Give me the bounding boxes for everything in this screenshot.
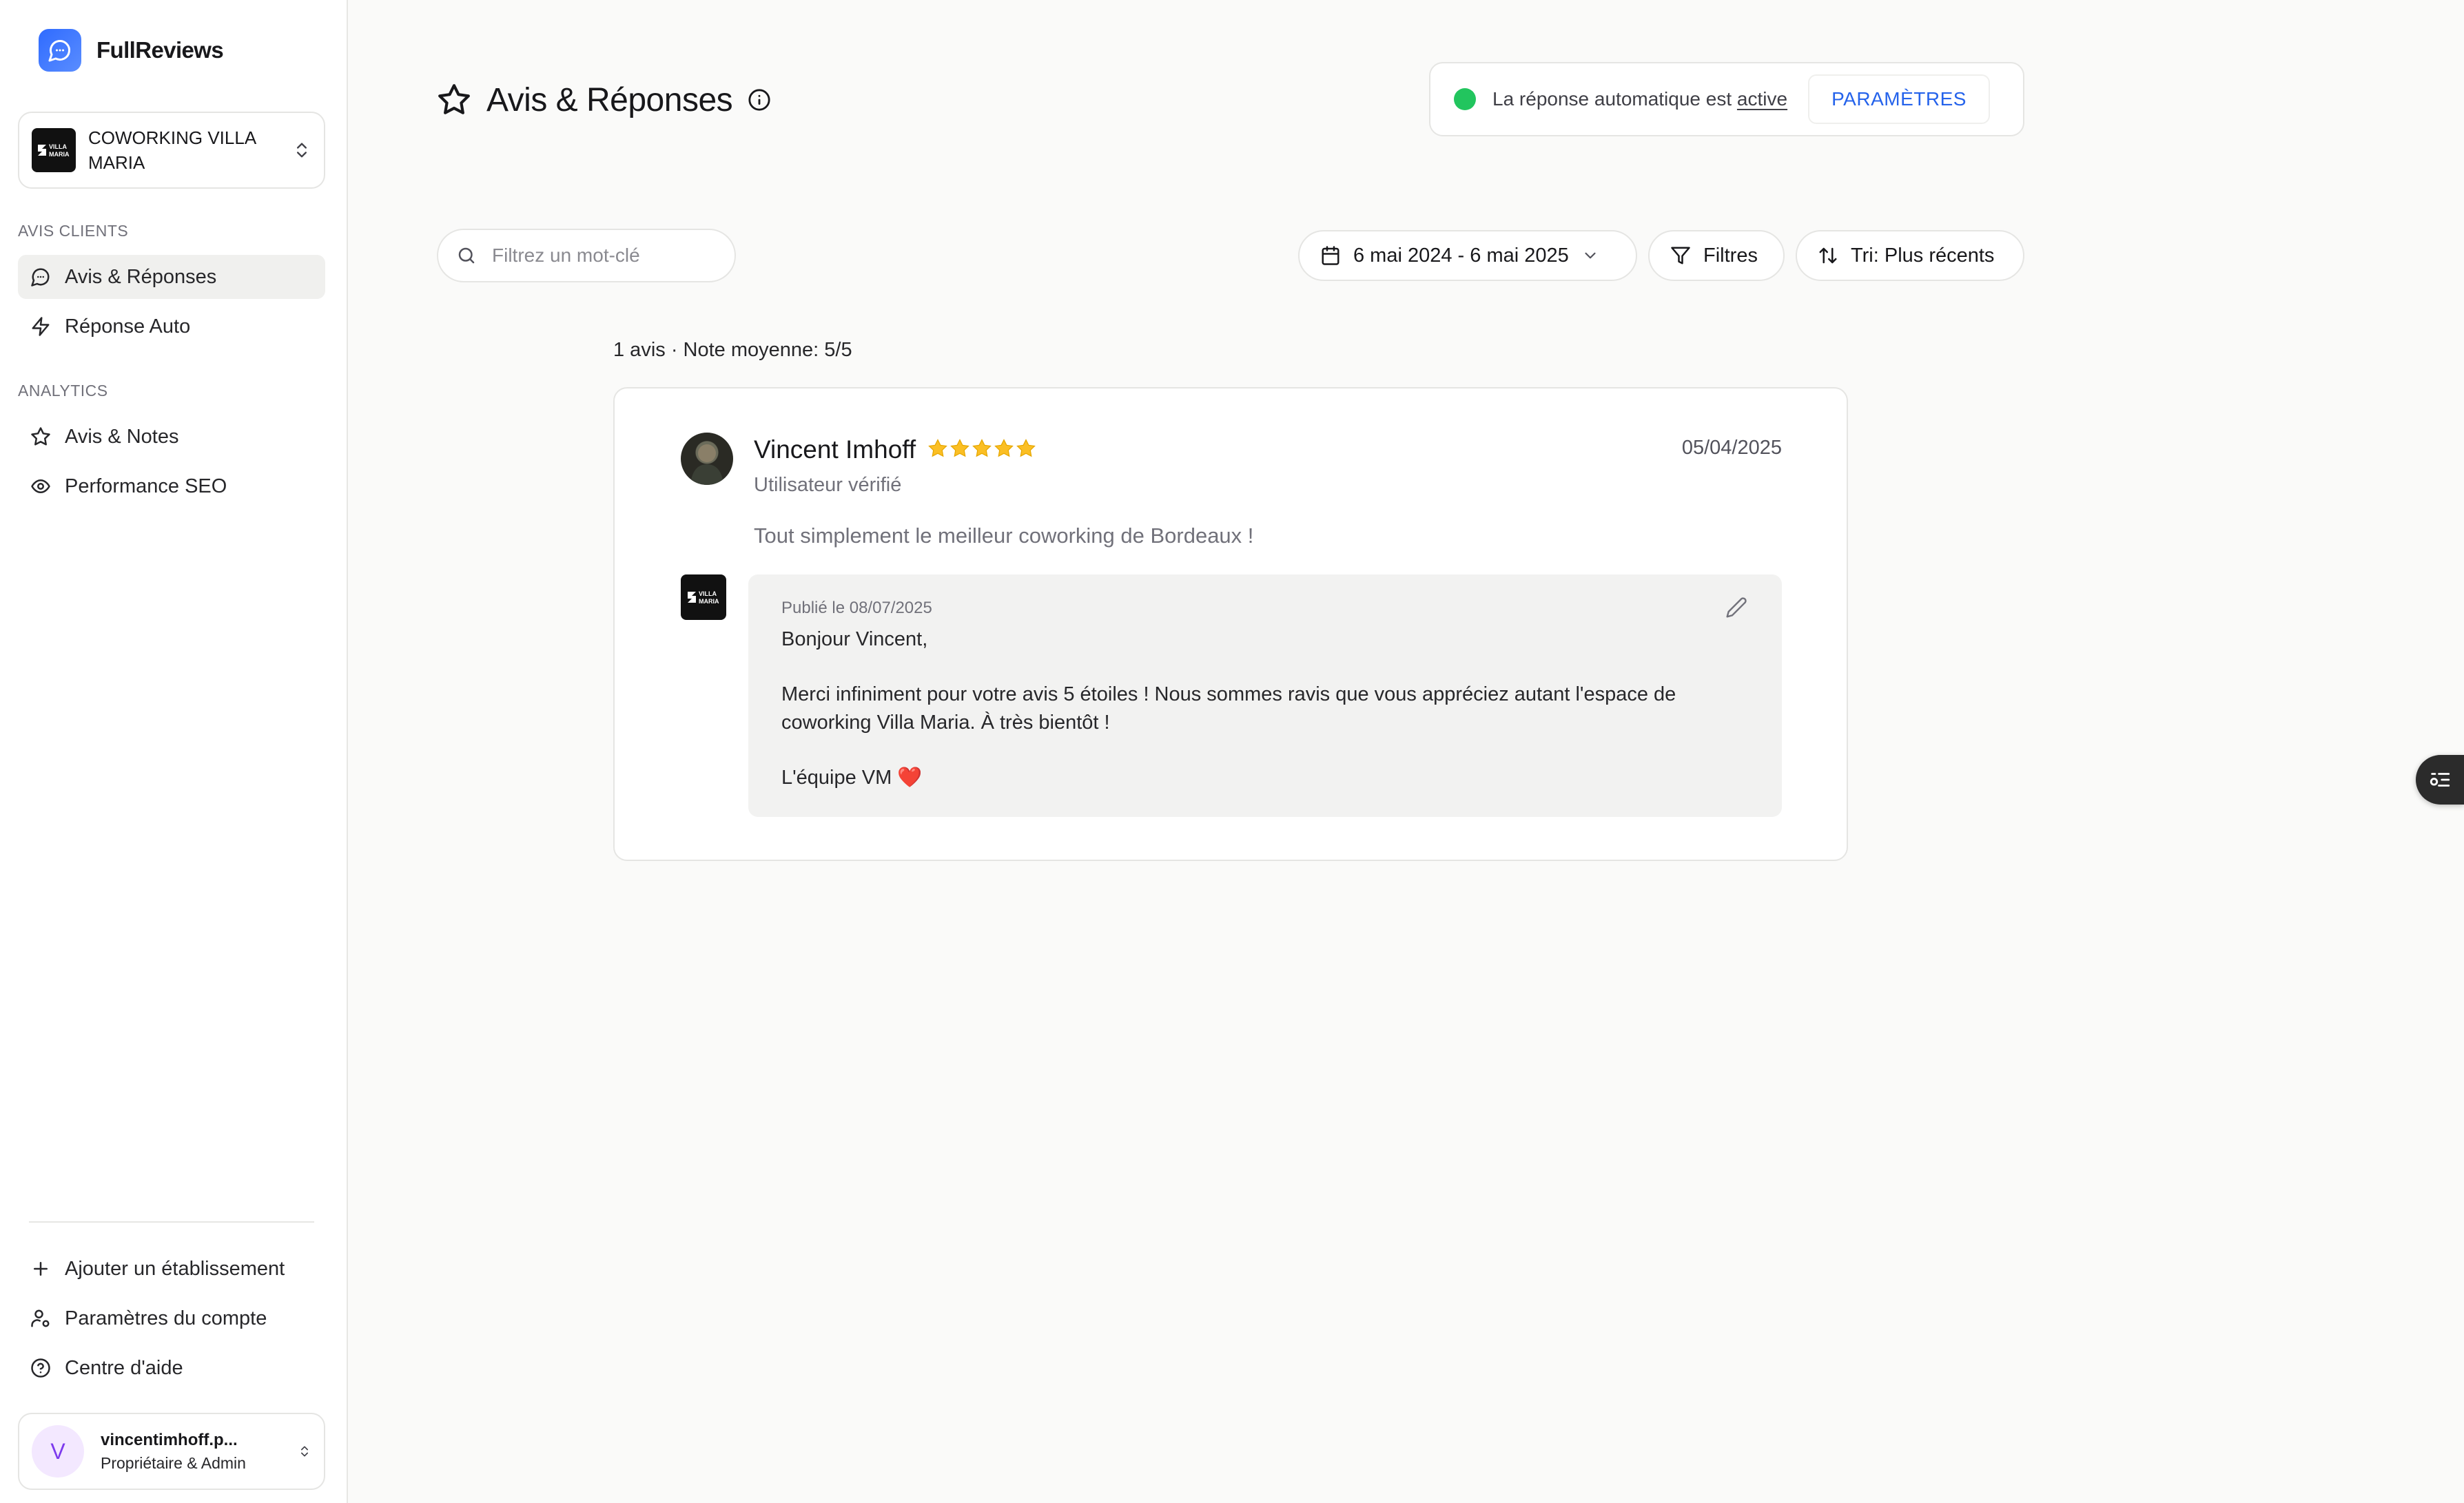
reviewer-name: Vincent Imhoff [754, 435, 916, 464]
filters-label: Filtres [1703, 244, 1758, 267]
search-icon [458, 247, 475, 264]
auto-reply-status-link[interactable]: active [1737, 88, 1787, 110]
svg-text:MARIA: MARIA [699, 598, 719, 605]
rating-star-icon [928, 439, 947, 457]
review-card: Vincent Imhoff Utilisateur vérifié 05/04… [613, 387, 1848, 861]
date-range-picker[interactable]: 6 mai 2024 - 6 mai 2025 [1298, 230, 1637, 281]
user-role: Propriétaire & Admin [101, 1454, 246, 1472]
rating-star-icon [994, 439, 1014, 457]
sidebar-item-reponse-auto[interactable]: Réponse Auto [18, 304, 325, 349]
plus-icon [34, 1262, 48, 1276]
user-name: vincentimhoff.p... [101, 1431, 238, 1449]
sidebar-item-label: Avis & Réponses [65, 265, 217, 288]
sidebar-item-avis-reponses[interactable]: Avis & Réponses [18, 255, 325, 299]
sidebar-item-add-establishment[interactable]: Ajouter un établissement [18, 1247, 325, 1291]
chevron-up-down-icon [297, 143, 307, 158]
auto-reply-status-text: La réponse automatique est active [1492, 88, 1788, 110]
user-settings-icon [31, 1309, 50, 1327]
auto-reply-settings-button[interactable]: PARAMÈTRES [1808, 74, 1990, 124]
avatar: V [32, 1425, 84, 1478]
brand[interactable]: FullReviews [39, 28, 224, 73]
floating-tools-button[interactable] [2416, 755, 2464, 805]
owner-reply: Publié le 08/07/2025 Bonjour Vincent, Me… [748, 574, 1782, 817]
sidebar-item-label: Paramètres du compte [65, 1307, 267, 1329]
date-range-label: 6 mai 2024 - 6 mai 2025 [1353, 244, 1569, 267]
business-switcher[interactable]: VILLA MARIA COWORKING VILLA MARIA [18, 112, 325, 189]
business-logo-icon: VILLA MARIA [681, 574, 726, 620]
svg-text:VILLA: VILLA [699, 590, 717, 597]
section-label-avis-clients: AVIS CLIENTS [18, 222, 129, 240]
sidebar-divider [29, 1221, 314, 1223]
reply-published-date: Publié le 08/07/2025 [781, 599, 932, 617]
sidebar-item-account-settings[interactable]: Paramètres du compte [18, 1296, 325, 1340]
calendar-icon [1322, 246, 1339, 265]
app-root: FullReviews VILLA MARIA COWORKING VILLA … [0, 0, 2464, 1503]
eye-icon [31, 479, 50, 493]
sidebar: FullReviews VILLA MARIA COWORKING VILLA … [0, 0, 348, 1503]
search-input[interactable] [492, 245, 719, 267]
rating-star-icon [950, 439, 969, 457]
sidebar-item-label: Avis & Notes [65, 425, 179, 448]
sort-label: Tri: Plus récents [1851, 244, 1995, 267]
svg-text:VILLA: VILLA [49, 143, 67, 150]
rating-star-icon [1016, 439, 1036, 457]
sidebar-item-performance-seo[interactable]: Performance SEO [18, 464, 325, 508]
star-icon [31, 427, 50, 446]
sidebar-item-label: Ajouter un établissement [65, 1257, 285, 1280]
search-box[interactable] [437, 229, 736, 282]
lightning-icon [32, 317, 50, 336]
sidebar-item-label: Centre d'aide [65, 1356, 183, 1379]
reply-message: Merci infiniment pour votre avis 5 étoil… [781, 683, 1676, 734]
chevron-down-icon [1585, 252, 1596, 259]
section-label-analytics: ANALYTICS [18, 382, 108, 400]
brand-name: FullReviews [96, 37, 224, 63]
business-name: COWORKING VILLA MARIA [88, 127, 256, 173]
reply-signature: L'équipe VM ❤️ [781, 767, 923, 789]
list-settings-icon [2430, 773, 2450, 787]
info-icon[interactable] [748, 88, 771, 112]
help-circle-icon [31, 1358, 50, 1378]
review-date: 05/04/2025 [1681, 437, 1782, 459]
reply-greeting: Bonjour Vincent, [781, 628, 928, 650]
auto-reply-status-panel: La réponse automatique est active PARAMÈ… [1429, 62, 2024, 136]
sidebar-item-label: Performance SEO [65, 475, 227, 497]
sort-arrows-icon [1819, 247, 1837, 264]
page-title: Avis & Réponses [486, 81, 733, 118]
filter-icon [1671, 247, 1690, 265]
star-icon [438, 84, 470, 114]
chat-bubble-icon [31, 268, 50, 287]
business-logo-icon: VILLA MARIA [32, 128, 76, 172]
star-rating [927, 438, 1036, 459]
sidebar-item-label: Réponse Auto [65, 315, 191, 338]
sidebar-item-help-center[interactable]: Centre d'aide [18, 1346, 325, 1390]
edit-reply-button[interactable] [1723, 594, 1750, 621]
chevron-up-down-icon [301, 1446, 308, 1457]
page-header: Avis & Réponses [437, 77, 771, 123]
sort-button[interactable]: Tri: Plus récents [1796, 230, 2024, 281]
avatar [681, 433, 733, 485]
pencil-icon [1726, 597, 1747, 618]
sidebar-item-avis-notes[interactable]: Avis & Notes [18, 415, 325, 459]
brand-logo-icon [39, 29, 81, 72]
svg-text:MARIA: MARIA [49, 151, 70, 158]
reviews-summary: 1 avis · Note moyenne: 5/5 [613, 339, 852, 361]
verified-label: Utilisateur vérifié [754, 474, 902, 496]
filters-button[interactable]: Filtres [1648, 230, 1785, 281]
rating-star-icon [972, 439, 992, 457]
user-menu[interactable]: V vincentimhoff.p... Propriétaire & Admi… [18, 1413, 325, 1490]
review-text: Tout simplement le meilleur coworking de… [754, 524, 1254, 548]
status-indicator-dot [1454, 88, 1476, 110]
